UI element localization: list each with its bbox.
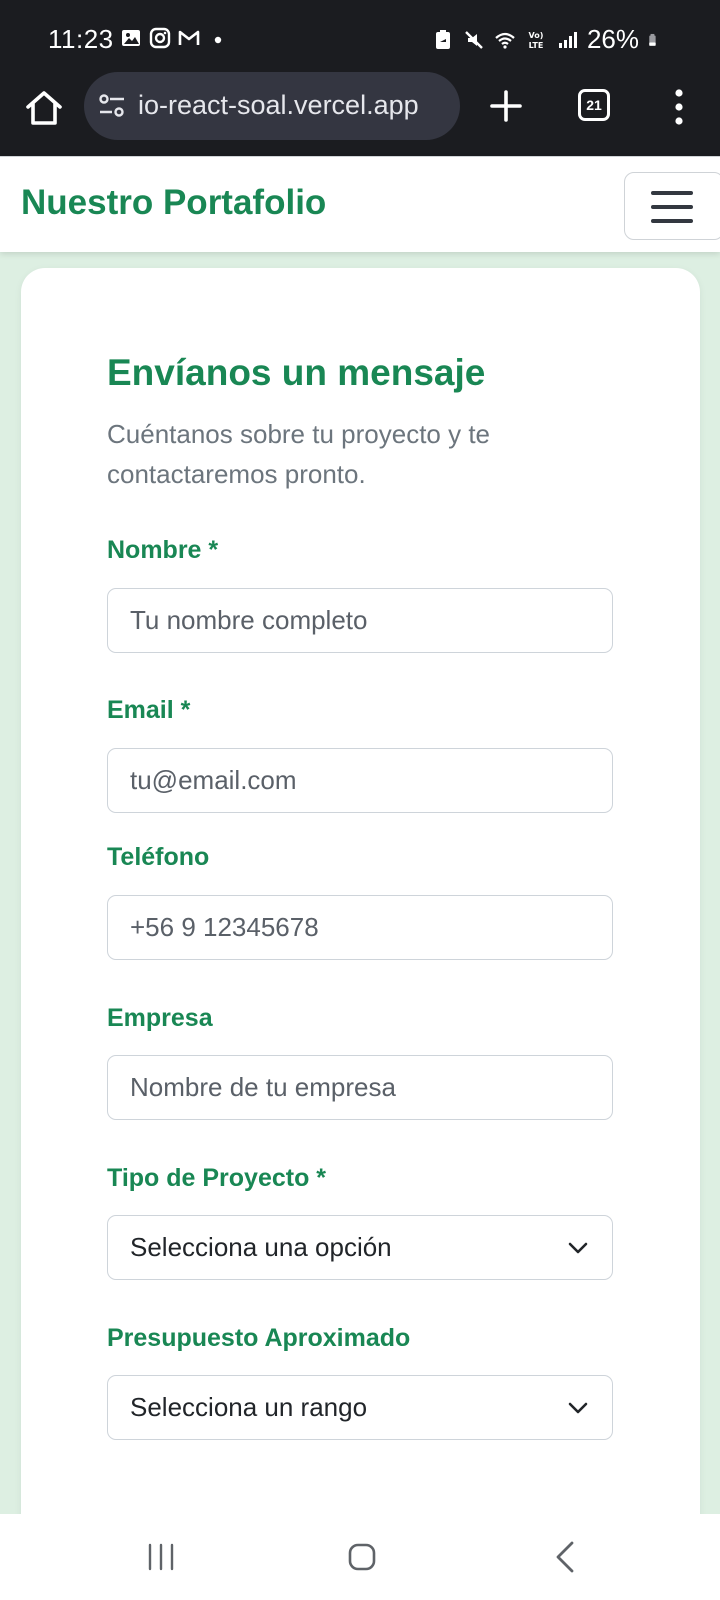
battery-saver-icon <box>435 29 450 49</box>
hamburger-icon <box>651 191 693 195</box>
battery-icon <box>649 33 656 46</box>
status-bar: 11:23 Vo) LTE 26% <box>0 0 720 72</box>
tipo-proyecto-selected: Selecciona una opción <box>130 1232 392 1262</box>
nombre-input[interactable] <box>107 588 613 653</box>
address-bar[interactable]: io-react-soal.vercel.app <box>84 72 460 140</box>
presupuesto-select[interactable]: Selecciona un rango <box>107 1375 613 1440</box>
site-navbar: Nuestro Portafolio <box>0 156 720 252</box>
browser-toolbar: io-react-soal.vercel.app 21 <box>0 72 720 156</box>
signal-icon <box>558 31 577 48</box>
new-tab-icon[interactable] <box>488 88 524 124</box>
telefono-input[interactable] <box>107 895 613 960</box>
navbar-toggler-button[interactable] <box>624 172 720 240</box>
url-text: io-react-soal.vercel.app <box>138 90 419 120</box>
empresa-label: Empresa <box>107 1004 213 1032</box>
notification-icons <box>120 27 229 49</box>
svg-text:LTE: LTE <box>529 41 544 50</box>
battery-percentage: 26% <box>586 24 639 54</box>
volte-icon: Vo)LTE <box>529 31 544 50</box>
tipo-proyecto-label: Tipo de Proyecto * <box>107 1164 327 1192</box>
empresa-input[interactable] <box>107 1055 613 1120</box>
nombre-label: Nombre * <box>107 536 219 564</box>
gmail-icon <box>178 30 200 45</box>
presupuesto-selected: Selecciona un rango <box>130 1392 368 1422</box>
form-title: Envíanos un mensaje <box>107 352 486 393</box>
form-subtitle: Cuéntanos sobre tu proyecto y te contact… <box>107 419 491 489</box>
instagram-icon <box>149 27 171 49</box>
system-icons: Vo) LTE 26% <box>432 24 662 55</box>
home-icon[interactable] <box>22 86 66 130</box>
presupuesto-label: Presupuesto Aproximado <box>107 1324 411 1352</box>
site-settings-icon[interactable] <box>96 92 128 120</box>
page-content: Envíanos un mensaje Cuéntanos sobre tu p… <box>0 252 720 1514</box>
tab-switcher-button[interactable]: 21 <box>578 89 610 121</box>
svg-text:Vo): Vo) <box>529 31 544 40</box>
chevron-down-icon <box>568 1242 588 1254</box>
dot-icon <box>214 36 222 44</box>
tipo-proyecto-select[interactable]: Selecciona una opción <box>107 1215 613 1280</box>
email-label: Email * <box>107 696 191 724</box>
telefono-label: Teléfono <box>107 843 210 871</box>
hamburger-icon <box>651 205 693 209</box>
status-time: 11:23 <box>48 24 114 54</box>
mute-icon <box>465 30 483 49</box>
hamburger-icon <box>651 219 693 223</box>
recents-icon[interactable] <box>146 1542 176 1572</box>
home-nav-icon[interactable] <box>347 1542 377 1572</box>
contact-form-card: Envíanos un mensaje Cuéntanos sobre tu p… <box>21 268 700 1514</box>
chevron-down-icon <box>568 1402 588 1414</box>
email-input[interactable] <box>107 748 613 813</box>
back-icon[interactable] <box>552 1540 578 1574</box>
brand-link[interactable]: Nuestro Portafolio <box>21 183 326 223</box>
gallery-icon <box>122 30 140 46</box>
wifi-icon <box>495 32 515 49</box>
more-options-icon[interactable] <box>664 86 694 128</box>
system-navigation-bar <box>0 1514 720 1600</box>
